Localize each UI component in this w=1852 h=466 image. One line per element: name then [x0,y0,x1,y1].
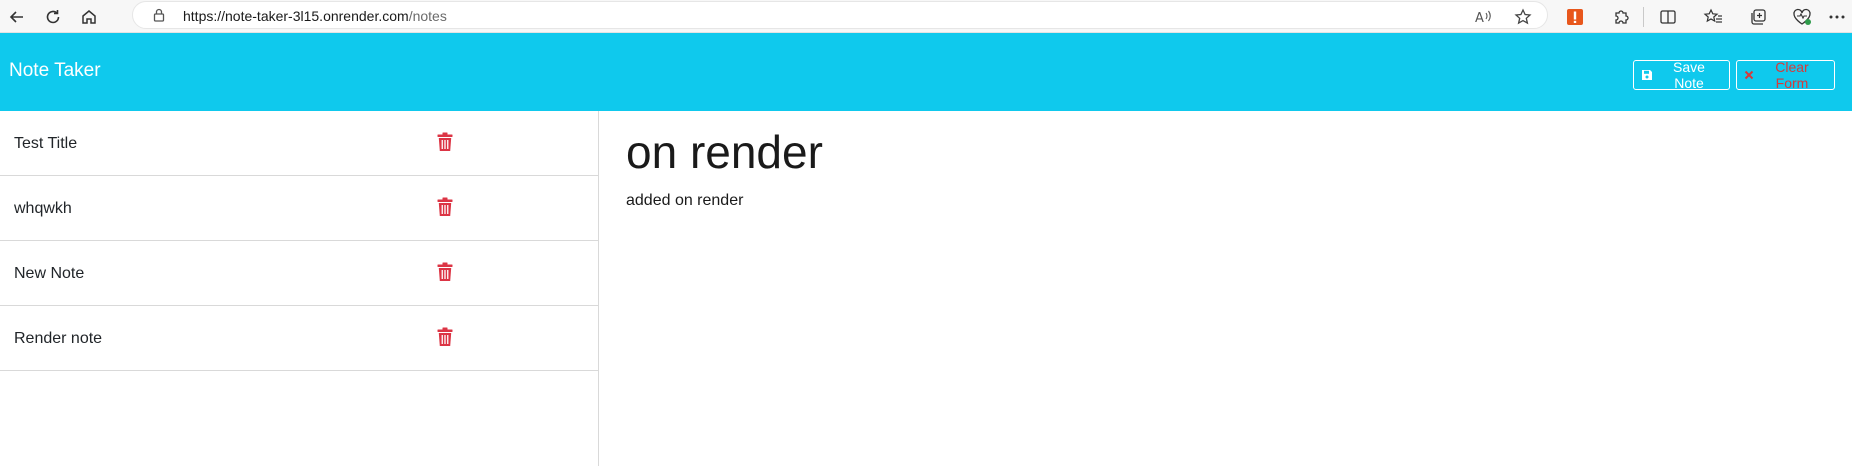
trash-icon[interactable] [437,197,455,217]
save-icon [1641,69,1653,81]
note-editor: added on render [600,111,1852,466]
save-note-button[interactable]: Save Note [1633,59,1730,91]
trash-icon[interactable] [437,262,455,282]
url-text: https://note-taker-3l15.onrender.com/not… [183,8,447,24]
app-header: Note Taker Save Note Clear Form [0,33,1852,111]
list-item[interactable]: Render note [0,306,598,371]
notes-list: Test Title whqwkh New Note Render note [0,111,599,466]
app-title[interactable]: Note Taker [9,60,101,82]
more-icon[interactable] [1825,4,1849,30]
clear-form-button[interactable]: Clear Form [1736,59,1835,91]
svg-text:A: A [1475,11,1484,25]
puzzle-icon[interactable] [1608,4,1634,30]
refresh-icon[interactable] [40,4,66,30]
toolbar-divider [1643,7,1644,27]
home-icon[interactable] [76,4,102,30]
trash-icon[interactable] [437,132,455,152]
list-item[interactable]: whqwkh [0,176,598,241]
lock-icon[interactable] [153,8,165,27]
clear-form-label: Clear Form [1775,59,1809,91]
list-item[interactable]: Test Title [0,111,598,176]
browser-essentials-icon[interactable] [1789,4,1815,30]
collections-icon[interactable] [1745,4,1771,30]
split-screen-icon[interactable] [1655,4,1681,30]
browser-toolbar: https://note-taker-3l15.onrender.com/not… [0,0,1852,33]
favorites-list-icon[interactable] [1700,4,1726,30]
close-icon [1744,70,1754,80]
read-aloud-icon[interactable]: A [1474,7,1494,27]
save-note-label: Save Note [1673,59,1705,91]
address-bar[interactable]: https://note-taker-3l15.onrender.com/not… [132,1,1548,29]
note-title: Test Title [14,135,78,152]
list-item[interactable]: New Note [0,241,598,306]
trash-icon[interactable] [437,327,455,347]
note-title: whqwkh [14,200,72,217]
back-arrow-icon[interactable] [4,4,30,30]
note-title-input[interactable] [626,124,1806,180]
note-text-area[interactable]: added on render [626,192,1806,432]
alert-extension-icon[interactable] [1562,4,1588,30]
note-title: New Note [14,265,85,282]
note-title: Render note [14,330,103,347]
star-icon[interactable] [1513,7,1533,27]
